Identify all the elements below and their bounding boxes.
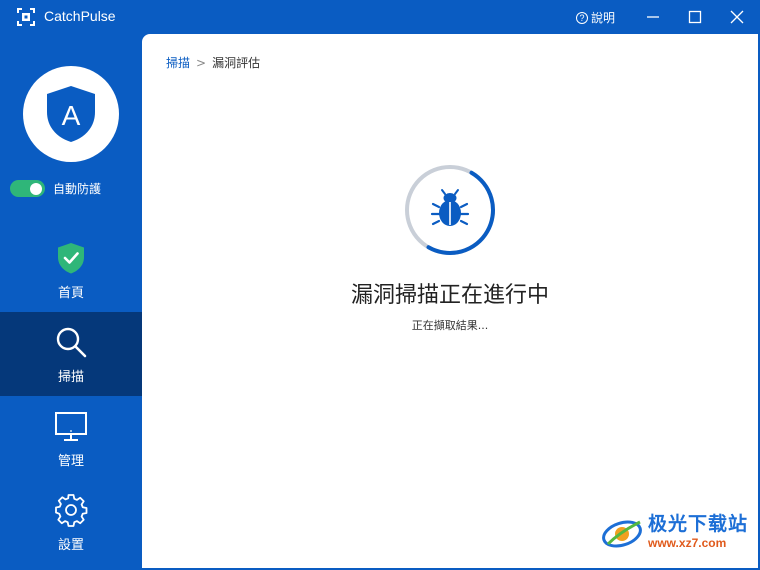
watermark: 极光下载站 www.xz7.com [600, 514, 748, 550]
auto-protect-label: 自動防護 [53, 182, 102, 196]
close-icon [730, 10, 744, 24]
scan-status-text: 正在擷取結果... [411, 319, 489, 332]
help-button[interactable]: ? 說明 [576, 9, 615, 26]
sidebar-item-label: 管理 [57, 453, 84, 469]
title-bar: CatchPulse ? 說明 [0, 0, 760, 34]
close-button[interactable] [716, 0, 758, 34]
monitor-icon [53, 408, 89, 444]
bug-icon [430, 189, 470, 226]
shield-check-icon [53, 240, 89, 276]
breadcrumb-scan-link[interactable]: 掃描 [166, 54, 190, 71]
svg-text:A: A [62, 100, 81, 131]
scan-title: 漏洞掃描正在進行中 [350, 283, 549, 308]
sidebar-item-manage[interactable]: 管理 [0, 396, 142, 480]
maximize-icon [688, 10, 702, 24]
breadcrumb-separator: > [196, 55, 207, 70]
catchpulse-logo-icon [17, 8, 35, 26]
sidebar-item-settings[interactable]: 設置 [0, 480, 142, 564]
toggle-switch[interactable] [10, 180, 45, 197]
minimize-icon [647, 16, 659, 18]
help-label: 說明 [591, 11, 616, 25]
app-title: CatchPulse [44, 8, 116, 24]
auto-protect-toggle[interactable]: 自動防護 [10, 180, 101, 197]
sidebar-item-scan[interactable]: 掃描 [0, 312, 142, 396]
scan-progress-ring [405, 165, 495, 255]
avatar: A [23, 66, 119, 162]
watermark-name: 极光下载站 [648, 513, 749, 535]
magnifier-icon [53, 324, 89, 360]
jiguang-logo-icon [602, 520, 642, 548]
sidebar-item-label: 設置 [57, 537, 84, 553]
shield-a-icon: A [47, 86, 95, 142]
main-content: 掃描 > 漏洞評估 漏洞掃描正在進行中 正在擷取結果... 极光下载站 www.… [142, 34, 758, 568]
minimize-button[interactable] [632, 0, 674, 34]
sidebar: A 自動防護 首頁 掃描 管理 設置 [0, 34, 142, 570]
sidebar-item-label: 首頁 [57, 285, 84, 301]
maximize-button[interactable] [674, 0, 716, 34]
help-icon: ? [576, 11, 588, 24]
breadcrumb: 掃描 > 漏洞評估 [166, 54, 260, 71]
watermark-url: www.xz7.com [648, 536, 727, 550]
sidebar-item-label: 掃描 [57, 369, 84, 385]
sidebar-item-home[interactable]: 首頁 [0, 228, 142, 312]
breadcrumb-current: 漏洞評估 [212, 56, 261, 70]
gear-icon [53, 492, 89, 528]
